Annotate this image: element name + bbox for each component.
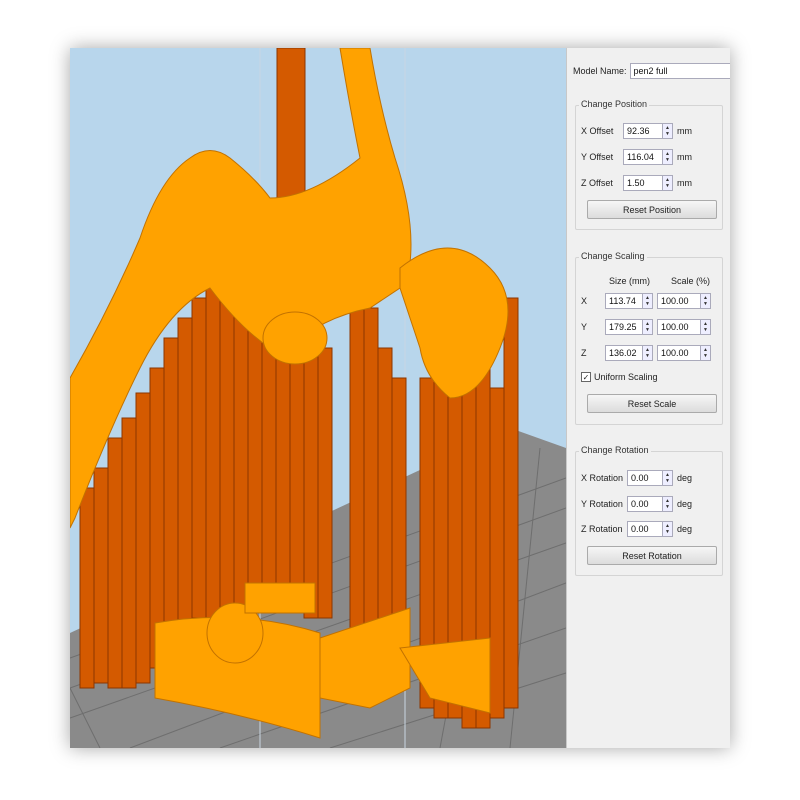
scale-y-spinner[interactable]: ▲ ▼ — [700, 319, 711, 335]
z-offset-spinner[interactable]: ▲ ▼ — [662, 175, 673, 191]
size-y-input[interactable]: 179.25 — [605, 319, 643, 335]
y-offset-input[interactable]: 116.04 — [623, 149, 663, 165]
x-rotation-label: X Rotation — [581, 473, 624, 483]
x-offset-unit: mm — [677, 126, 692, 136]
y-rotation-label: Y Rotation — [581, 499, 623, 509]
x-offset-input[interactable]: 92.36 — [623, 123, 663, 139]
y-rotation-spinner[interactable]: ▲ ▼ — [662, 496, 673, 512]
rotation-group-title: Change Rotation — [579, 445, 651, 455]
size-z-spinner[interactable]: ▲ ▼ — [642, 345, 653, 361]
scaling-group-title: Change Scaling — [579, 251, 647, 261]
x-rotation-spinner[interactable]: ▲ ▼ — [662, 470, 673, 486]
z-rotation-label: Z Rotation — [581, 524, 623, 534]
x-offset-label: X Offset — [581, 126, 614, 136]
size-x-spinner[interactable]: ▲ ▼ — [642, 293, 653, 309]
position-group-title: Change Position — [579, 99, 650, 109]
z-offset-label: Z Offset — [581, 178, 613, 188]
x-offset-spinner[interactable]: ▲ ▼ — [662, 123, 673, 139]
y-offset-spinner[interactable]: ▲ ▼ — [662, 149, 673, 165]
model-name-label: Model Name: — [573, 66, 627, 76]
scale-x-spinner[interactable]: ▲ ▼ — [700, 293, 711, 309]
scale-z-input[interactable]: 100.00 — [657, 345, 701, 361]
size-z-input[interactable]: 136.02 — [605, 345, 643, 361]
y-offset-label: Y Offset — [581, 152, 614, 162]
y-offset-unit: mm — [677, 152, 692, 162]
y-rotation-input[interactable]: 0.00 — [627, 496, 663, 512]
reset-rotation-button[interactable]: Reset Rotation — [587, 546, 717, 565]
x-rotation-unit: deg — [677, 473, 693, 483]
z-rotation-unit: deg — [677, 524, 693, 534]
scene-render — [70, 48, 566, 748]
uniform-scaling-label: Uniform Scaling — [594, 372, 658, 382]
uniform-scaling-checkbox[interactable]: ✓ — [581, 372, 591, 382]
scale-z-label: Z — [581, 348, 587, 358]
z-offset-unit: mm — [677, 178, 692, 188]
z-rotation-input[interactable]: 0.00 — [627, 521, 663, 537]
properties-panel: Model Name: pen2 full Change Position X … — [566, 48, 730, 748]
reset-scale-button[interactable]: Reset Scale — [587, 394, 717, 413]
z-offset-input[interactable]: 1.50 — [623, 175, 663, 191]
reset-position-button[interactable]: Reset Position — [587, 200, 717, 219]
scale-z-spinner[interactable]: ▲ ▼ — [700, 345, 711, 361]
scale-x-input[interactable]: 100.00 — [657, 293, 701, 309]
z-rotation-spinner[interactable]: ▲ ▼ — [662, 521, 673, 537]
scale-x-label: X — [581, 296, 588, 306]
model-name-input[interactable]: pen2 full — [629, 63, 730, 79]
size-y-spinner[interactable]: ▲ ▼ — [642, 319, 653, 335]
size-column-header: Size (mm) — [609, 276, 650, 286]
3d-viewport[interactable] — [70, 48, 566, 748]
y-rotation-unit: deg — [677, 499, 693, 509]
size-x-input[interactable]: 113.74 — [605, 293, 643, 309]
scale-column-header: Scale (%) — [671, 276, 711, 286]
scale-y-input[interactable]: 100.00 — [657, 319, 701, 335]
app-window: Model Name: pen2 full Change Position X … — [70, 48, 730, 748]
scale-y-label: Y — [581, 322, 588, 332]
x-rotation-input[interactable]: 0.00 — [627, 470, 663, 486]
